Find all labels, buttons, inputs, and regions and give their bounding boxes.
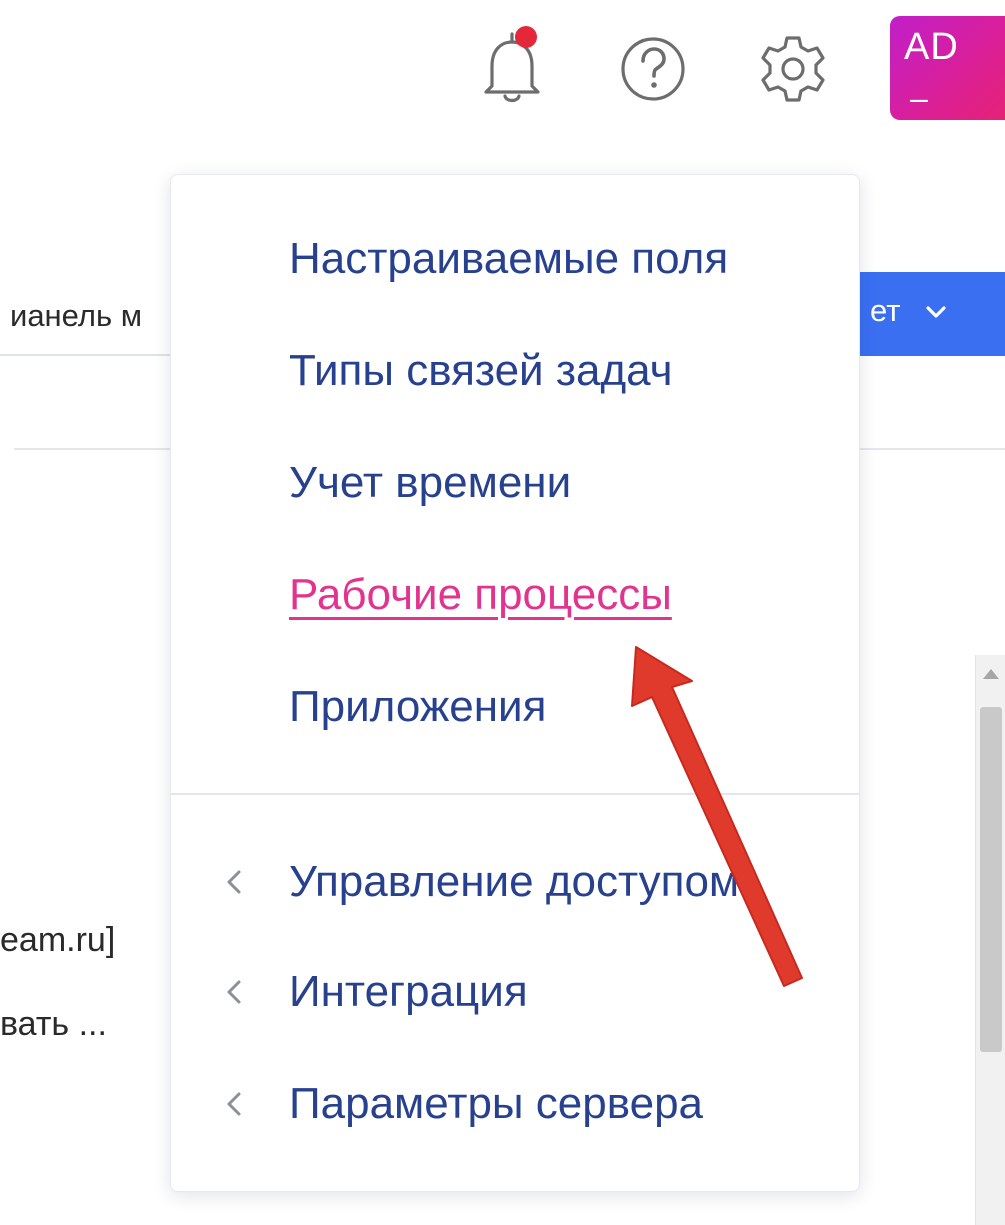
help-button[interactable]	[618, 34, 688, 104]
avatar-initials: AD	[904, 26, 959, 68]
submenu-access-management[interactable]: Управление доступом	[171, 837, 859, 927]
menu-item-workflows[interactable]: Рабочие процессы	[289, 567, 672, 623]
background-button-label: ет	[870, 293, 901, 328]
menu-item-custom-fields[interactable]: Настраиваемые поля	[289, 231, 728, 287]
background-input-field[interactable]: ианель м	[0, 276, 172, 356]
chevron-left-icon	[227, 1092, 241, 1116]
background-primary-button[interactable]: ет	[840, 272, 1005, 356]
notifications-button[interactable]	[478, 20, 546, 106]
background-input-text: ианель м	[10, 298, 143, 333]
scroll-up-arrow-icon[interactable]	[983, 669, 999, 679]
scrollbar-thumb[interactable]	[980, 707, 1002, 1052]
background-text-line: eam.ru]	[0, 921, 116, 959]
submenu-label: Управление доступом	[289, 857, 740, 906]
avatar-underline: –	[910, 80, 928, 116]
chevron-down-icon	[926, 306, 946, 318]
gear-icon	[761, 36, 825, 102]
menu-divider	[171, 793, 859, 795]
submenu-label: Интеграция	[289, 967, 528, 1016]
user-avatar[interactable]: AD –	[890, 16, 1005, 120]
menu-item-apps[interactable]: Приложения	[289, 679, 546, 735]
notification-dot	[515, 26, 537, 48]
bell-icon	[484, 26, 540, 103]
submenu-server-settings[interactable]: Параметры сервера	[171, 1059, 859, 1149]
chevron-left-icon	[227, 980, 241, 1004]
menu-item-issue-link-types[interactable]: Типы связей задач	[289, 343, 673, 399]
submenu-integration[interactable]: Интеграция	[171, 947, 859, 1037]
help-icon	[621, 37, 685, 101]
background-text-line: вать ...	[0, 1005, 107, 1043]
scrollbar[interactable]	[975, 655, 1005, 1225]
submenu-label: Параметры сервера	[289, 1079, 704, 1128]
menu-item-time-tracking[interactable]: Учет времени	[289, 455, 571, 511]
settings-dropdown-menu: Настраиваемые поля Типы связей задач Уче…	[170, 174, 860, 1192]
chevron-left-icon	[227, 870, 241, 894]
settings-button[interactable]	[758, 32, 828, 106]
